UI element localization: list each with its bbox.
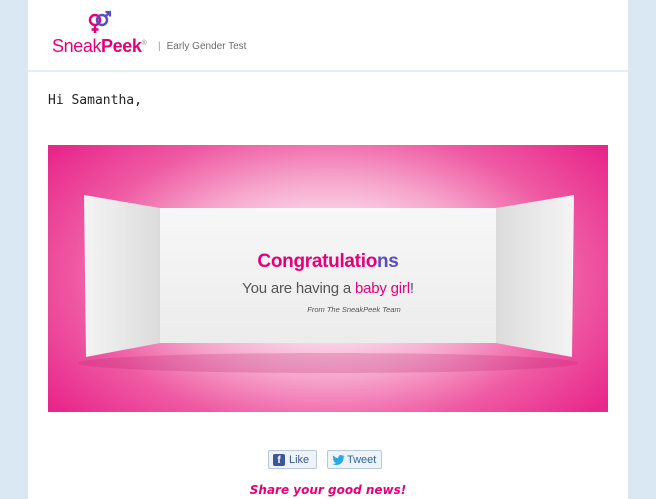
- brand-name: SneakPeek®: [52, 36, 147, 57]
- card-left-flap: [84, 195, 160, 357]
- greeting-text: Hi Samantha,: [48, 93, 142, 108]
- email-card: SneakPeek® | Early Gender Test Hi Samanth…: [28, 0, 628, 499]
- announcement-highlight: baby girl: [354, 280, 410, 297]
- email-header: SneakPeek® | Early Gender Test: [28, 0, 628, 72]
- brand-name-light: Sneak: [52, 36, 102, 56]
- sneakpeek-logo[interactable]: SneakPeek® | Early Gender Test: [50, 8, 250, 58]
- brand-tagline: | Early Gender Test: [158, 41, 246, 52]
- announcement-prefix: You are having a: [242, 280, 355, 297]
- heading-main: Congratulatio: [257, 251, 377, 272]
- facebook-icon: f: [273, 454, 285, 466]
- congratulations-heading: Congratulations: [48, 251, 608, 273]
- card-right-flap: [496, 195, 574, 357]
- card-signature: From The SneakPeek Team: [307, 305, 401, 314]
- tweet-button[interactable]: Tweet: [327, 450, 382, 469]
- folded-card-graphic: [78, 195, 578, 373]
- congratulations-banner: Congratulations You are having a baby gi…: [48, 145, 608, 412]
- tweet-label: Tweet: [347, 454, 377, 466]
- gender-symbol-icon: [88, 10, 112, 33]
- tagline-separator: |: [158, 41, 161, 52]
- announcement-suffix: !: [409, 280, 414, 297]
- facebook-like-button[interactable]: f Like: [268, 450, 317, 469]
- brand-name-bold: Peek: [101, 36, 142, 56]
- share-news-text: Share your good news!: [249, 483, 407, 497]
- tagline-text: Early Gender Test: [166, 41, 247, 52]
- trademark-mark: ®: [141, 40, 147, 47]
- like-label: Like: [289, 454, 310, 466]
- card-center-panel: [160, 208, 496, 343]
- baby-announcement: You are having a baby girl!: [48, 280, 608, 297]
- twitter-bird-icon: [332, 455, 345, 466]
- heading-tail: ns: [377, 251, 399, 272]
